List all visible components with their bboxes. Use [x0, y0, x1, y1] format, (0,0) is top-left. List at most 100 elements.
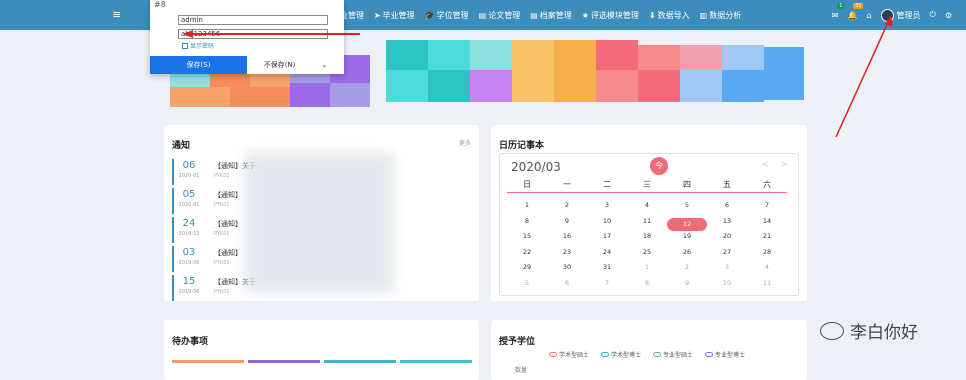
legend-item[interactable]: 学术型硕士 — [549, 350, 589, 359]
calendar-day[interactable]: 12 — [667, 217, 707, 231]
calendar-day[interactable]: 10 — [587, 217, 627, 233]
calendar-day[interactable]: 11 — [747, 279, 787, 295]
notice-source: PYK01 — [214, 289, 230, 295]
nav-item[interactable]: ➤ 毕业管理 — [374, 10, 415, 21]
calendar-day[interactable]: 24 — [587, 248, 627, 264]
calendar-day[interactable]: 16 — [547, 232, 587, 248]
nav-item[interactable]: ▥ 数据分析 — [700, 10, 742, 21]
calendar-day[interactable]: 14 — [747, 217, 787, 233]
legend-label: 学术型博士 — [611, 352, 642, 359]
legend-item[interactable]: 学术型博士 — [601, 350, 641, 359]
calendar-day[interactable]: 1 — [627, 263, 667, 279]
calendar-day[interactable]: 19 — [667, 232, 707, 248]
prev-month-button[interactable]: < — [761, 160, 769, 170]
calendar-day[interactable]: 8 — [507, 217, 547, 233]
calendar-day[interactable]: 10 — [707, 279, 747, 295]
nav-item[interactable]: ⬇ 数据导入 — [649, 10, 690, 21]
calendar-day[interactable]: 2 — [667, 263, 707, 279]
show-password-toggle[interactable]: 显示密码 — [182, 41, 214, 50]
calendar-day[interactable]: 13 — [707, 217, 747, 233]
main-nav: 📈学业管理➤毕业管理🎓学位管理▤论文管理▤档案管理★评选模块管理⬇数据导入▥数据… — [320, 0, 741, 30]
weekday-label: 四 — [683, 180, 691, 189]
menu-toggle-icon[interactable]: ≡ — [112, 8, 121, 21]
calendar-day[interactable]: 18 — [627, 232, 667, 248]
bell-icon[interactable]: 🔔 31 — [847, 2, 864, 20]
nav-item-label: 数据分析 — [709, 10, 742, 20]
calendar-day[interactable]: 27 — [707, 248, 747, 264]
calendar-day[interactable]: 4 — [747, 263, 787, 279]
weekday-label: 三 — [643, 180, 651, 189]
nav-item[interactable]: ★ 评选模块管理 — [582, 10, 639, 21]
notice-date: 05 2020-01 — [172, 188, 204, 214]
calendar-day[interactable]: 5 — [667, 201, 707, 217]
today-button[interactable]: 今 — [650, 157, 668, 175]
calendar-day[interactable]: 8 — [627, 279, 667, 295]
home-icon[interactable]: ⌂ — [866, 11, 871, 20]
calendar-day[interactable]: 3 — [707, 263, 747, 279]
calendar-day[interactable]: 7 — [747, 201, 787, 217]
chevron-down-icon[interactable]: ⌄ — [321, 61, 327, 69]
calendar-nav: < > — [761, 160, 788, 170]
calendar-day[interactable]: 1 — [507, 201, 547, 217]
calendar-day[interactable]: 6 — [547, 279, 587, 295]
legend-item[interactable]: 专业型博士 — [705, 350, 745, 359]
calendar-day[interactable]: 11 — [627, 217, 667, 233]
todo-tab-bar[interactable] — [400, 360, 472, 363]
message-icon[interactable]: ✉ 1 — [832, 2, 845, 20]
notice-source: PYK01 — [214, 260, 230, 266]
calendar-day[interactable]: 26 — [667, 248, 707, 264]
calendar-day[interactable]: 5 — [507, 279, 547, 295]
banner-tile — [596, 40, 638, 70]
calendar-day[interactable]: 25 — [627, 248, 667, 264]
degree-title: 授予学位 — [499, 337, 536, 347]
banner-tile — [428, 70, 470, 102]
username-field[interactable]: admin — [178, 15, 328, 25]
todo-card: 待办事项 — [164, 320, 479, 380]
chart-legend: 学术型硕士 学术型博士 专业型硕士 专业型博士 — [549, 350, 745, 359]
calendar-day[interactable]: 9 — [667, 279, 707, 295]
legend-swatch — [601, 352, 610, 357]
calendar-day[interactable]: 6 — [707, 201, 747, 217]
watermark-text: 李白你好 — [850, 323, 918, 343]
password-field[interactable]: abc123456 — [178, 29, 328, 39]
calendar-day[interactable]: 31 — [587, 263, 627, 279]
notice-year-month: 2019-12 — [178, 231, 200, 237]
notice-more-link[interactable]: 更多 — [459, 138, 471, 147]
calendar-day[interactable]: 4 — [627, 201, 667, 217]
next-month-button[interactable]: > — [780, 160, 788, 170]
message-count-badge: 1 — [837, 2, 845, 9]
nosave-button[interactable]: 不保存(N) ⌄ — [247, 56, 344, 74]
calendar-day[interactable]: 20 — [707, 232, 747, 248]
calendar-day[interactable]: 23 — [547, 248, 587, 264]
calendar-day[interactable]: 15 — [507, 232, 547, 248]
nav-item[interactable]: ▤ 档案管理 — [530, 10, 572, 21]
legend-label: 专业型博士 — [715, 352, 746, 359]
calendar-day[interactable]: 2 — [547, 201, 587, 217]
calendar-day[interactable]: 7 — [587, 279, 627, 295]
todo-tab-bar[interactable] — [248, 360, 320, 363]
calendar-day[interactable]: 17 — [587, 232, 627, 248]
notice-day: 15 — [182, 276, 196, 287]
nav-item[interactable]: 🎓 学位管理 — [425, 10, 469, 21]
calendar-day[interactable]: 9 — [547, 217, 587, 233]
calendar-day[interactable]: 28 — [747, 248, 787, 264]
legend-swatch — [653, 352, 662, 357]
popup-logo-icon: #8 — [154, 0, 166, 9]
calendar-day[interactable]: 29 — [507, 263, 547, 279]
calendar-day[interactable]: 3 — [587, 201, 627, 217]
todo-tab-bar[interactable] — [172, 360, 244, 363]
calendar-day[interactable]: 30 — [547, 263, 587, 279]
legend-item[interactable]: 专业型硕士 — [653, 350, 693, 359]
nosave-label: 不保存(N) — [263, 61, 296, 69]
settings-icon[interactable]: ⚙ — [945, 11, 952, 20]
calendar-day[interactable]: 21 — [747, 232, 787, 248]
nav-item[interactable]: ▤ 论文管理 — [479, 10, 521, 21]
calendar-day[interactable]: 22 — [507, 248, 547, 264]
save-button[interactable]: 保存(S) — [150, 56, 247, 74]
power-icon[interactable]: ⏻ — [930, 10, 936, 20]
notice-day: 24 — [182, 218, 196, 229]
user-menu[interactable]: 管理员 — [880, 8, 921, 22]
todo-tab-bar[interactable] — [324, 360, 396, 363]
nav-item-label: 数据导入 — [657, 10, 690, 20]
notice-date: 06 2020-01 — [172, 159, 204, 185]
